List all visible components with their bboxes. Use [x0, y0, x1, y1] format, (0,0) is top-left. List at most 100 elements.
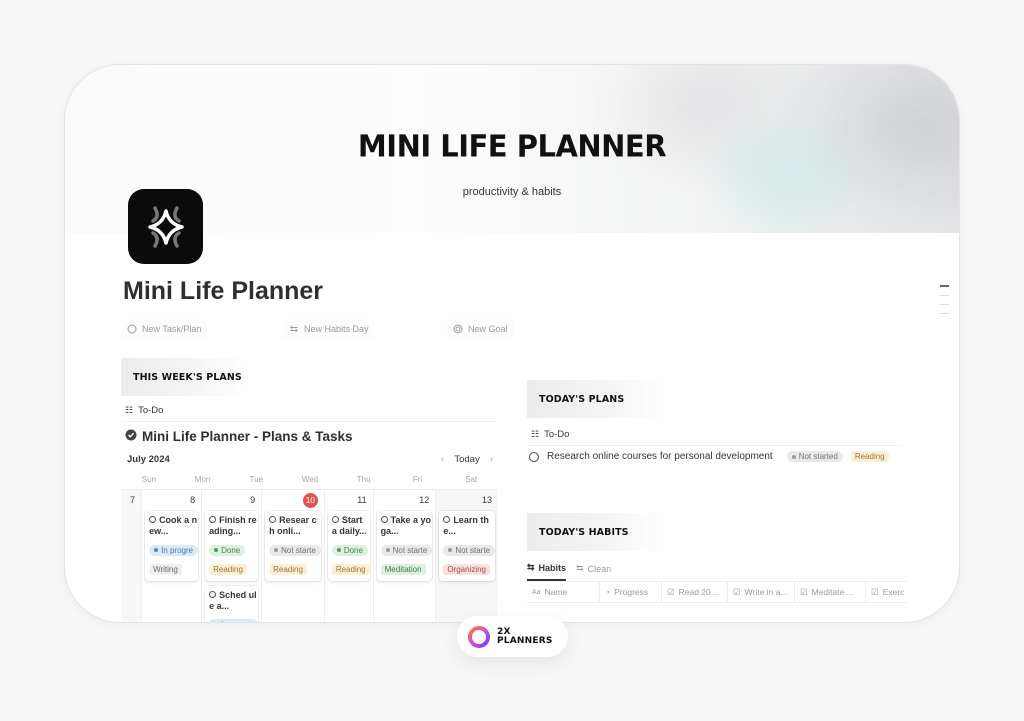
status-badge: Not starte	[380, 544, 433, 556]
tag-row: Reading	[331, 559, 370, 577]
task-card[interactable]: Resear ch onli... Not starte Reading	[265, 511, 321, 581]
repeat-icon: ⇆	[527, 562, 535, 572]
todays-plans-heading: TODAY'S PLANS	[527, 380, 667, 418]
task-card[interactable]: Start a daily... Done Reading	[327, 511, 370, 581]
tag-row: Organizing	[443, 559, 495, 577]
column-read[interactable]: ☑ Read 20 ...	[662, 582, 728, 602]
day-number-text: 10	[302, 493, 318, 508]
toc-line[interactable]	[940, 303, 949, 305]
table-of-contents-minimap[interactable]	[940, 285, 949, 322]
status-dot	[448, 548, 453, 552]
chevron-left-icon[interactable]: ‹	[441, 454, 444, 465]
weekday-label: Thu	[356, 474, 371, 484]
category-tag: Reading	[850, 451, 889, 462]
checklist-icon: ☷	[531, 429, 540, 439]
new-goal-button[interactable]: New Goal	[447, 319, 514, 339]
calendar-day[interactable]: 12 Take a yoga... Not starte Meditation	[374, 490, 437, 622]
tab-clean[interactable]: ⇆ Clean	[576, 562, 611, 581]
status-dot	[214, 548, 219, 552]
task-card[interactable]: Cook a new... In progre Writing	[145, 511, 199, 581]
today-plan-item[interactable]: Research online courses for personal dev…	[529, 451, 889, 462]
column-write[interactable]: ☑ Write in a...	[728, 582, 795, 602]
today-button[interactable]: Today	[454, 454, 479, 465]
tag-row: Meditation	[380, 559, 433, 577]
tag-row: Writing	[149, 559, 198, 577]
page-icon[interactable]	[128, 189, 203, 264]
task-card[interactable]: Finish reading... Done Reading	[205, 511, 259, 581]
column-label: Progress	[614, 587, 649, 597]
task-status-circle-icon	[209, 516, 217, 523]
weekday-label: Sat	[465, 474, 478, 484]
text-icon: Aa	[532, 588, 541, 596]
task-card[interactable]: Take a yoga... Not starte Meditation	[376, 511, 433, 581]
status-row: Not starte	[269, 539, 321, 559]
status-badge: Done	[209, 544, 246, 556]
task-title: Cook a new...	[149, 515, 198, 537]
status-text: Not starte	[455, 545, 490, 555]
status-row: Done	[331, 539, 370, 559]
status-dot	[385, 548, 390, 552]
toc-line[interactable]	[940, 285, 949, 287]
calendar-day[interactable]: 10 Resear ch onli... Not starte Reading	[262, 490, 325, 622]
day-number-text: 13	[481, 495, 492, 505]
category-tag: Writing	[149, 563, 182, 575]
status-row: In progre	[149, 539, 199, 559]
todo-view-tab[interactable]: ☷ To-Do	[125, 405, 163, 416]
category-tag: Reading	[209, 563, 247, 575]
task-card[interactable]: Learn the... Not starte Organizing	[439, 511, 495, 581]
column-exercise[interactable]: ☑ Exerc	[866, 582, 906, 602]
task-title: Sched ule a...	[209, 590, 258, 612]
category-tag: Organizing	[443, 563, 490, 575]
day-number-text: 7	[130, 495, 136, 505]
calendar-day[interactable]: 11 Start a daily... Done Reading	[325, 490, 374, 622]
status-badge: In progre	[209, 619, 259, 622]
weekday-header: Sun Mon Tue Wed Thu Fri Sat	[122, 469, 498, 489]
habits-table-header: Aa Name ◔ Progress ☑ Read 20 ... ☑ Write in …	[527, 581, 906, 603]
toc-line[interactable]	[940, 312, 949, 314]
database-title[interactable]: Mini Life Planner - Plans & Tasks	[125, 429, 353, 444]
tab-clean-label: Clean	[587, 563, 612, 574]
new-habits-day-button[interactable]: ⇆ New Habits Day	[283, 319, 375, 339]
page-title: Mini Life Planner	[123, 277, 324, 305]
tab-habits-label: Habits	[538, 562, 567, 573]
repeat-icon: ⇆	[289, 323, 299, 335]
brand-badge: 2X PLANNERS	[457, 616, 568, 657]
calendar-day[interactable]: 7	[122, 490, 143, 622]
column-meditate[interactable]: ☑ Meditate ...	[795, 582, 866, 602]
new-task-label: New Task/Plan	[142, 324, 202, 334]
task-status-circle-icon	[209, 590, 217, 598]
tab-habits[interactable]: ⇆ Habits	[527, 562, 567, 581]
chevron-right-icon[interactable]: ›	[490, 454, 493, 465]
task-title-text: Sched ule a...	[209, 589, 257, 611]
task-title-text: Take a yoga...	[380, 515, 431, 536]
new-goal-label: New Goal	[468, 324, 508, 334]
calendar-day[interactable]: 8 Cook a new... In progre Writing	[142, 490, 203, 622]
calendar-day[interactable]: 9 Finish reading... Done Reading Sched ule a…	[202, 490, 263, 622]
column-label: Read 20 ...	[678, 587, 721, 597]
weekday-label: Fri	[412, 474, 423, 484]
today-plan-title: Research online courses for personal dev…	[547, 451, 773, 462]
status-badge: In progre	[149, 544, 199, 556]
day-number: 8	[145, 493, 198, 509]
status-dot	[154, 548, 159, 552]
calendar-week: 7 8 Cook a new... In progre Writing 9 Finish r…	[122, 489, 498, 622]
day-number: 9	[205, 493, 258, 509]
task-title-text: Finish reading...	[209, 515, 257, 536]
day-number: 11	[328, 493, 370, 509]
task-status-circle-icon	[269, 516, 277, 523]
new-task-button[interactable]: New Task/Plan	[121, 319, 208, 339]
toc-line[interactable]	[940, 294, 949, 296]
status-row: Done	[209, 539, 258, 559]
brand-name: 2X PLANNERS	[497, 627, 553, 646]
brand-logo-icon	[468, 625, 490, 648]
calendar-day[interactable]: 13 Learn the... Not starte Organizing	[436, 490, 498, 622]
task-card[interactable]: Sched ule a...In progreData Entry	[205, 585, 259, 622]
column-label: Write in a...	[744, 587, 788, 597]
column-progress[interactable]: ◔ Progress	[600, 582, 662, 602]
weekday-label: Wed	[301, 474, 319, 484]
today-todo-view-tab[interactable]: ☷ To-Do	[531, 429, 569, 440]
column-name[interactable]: Aa Name	[527, 582, 600, 602]
divider	[121, 421, 497, 422]
task-checkbox[interactable]	[529, 451, 539, 462]
status-row: Not starte	[380, 539, 433, 559]
